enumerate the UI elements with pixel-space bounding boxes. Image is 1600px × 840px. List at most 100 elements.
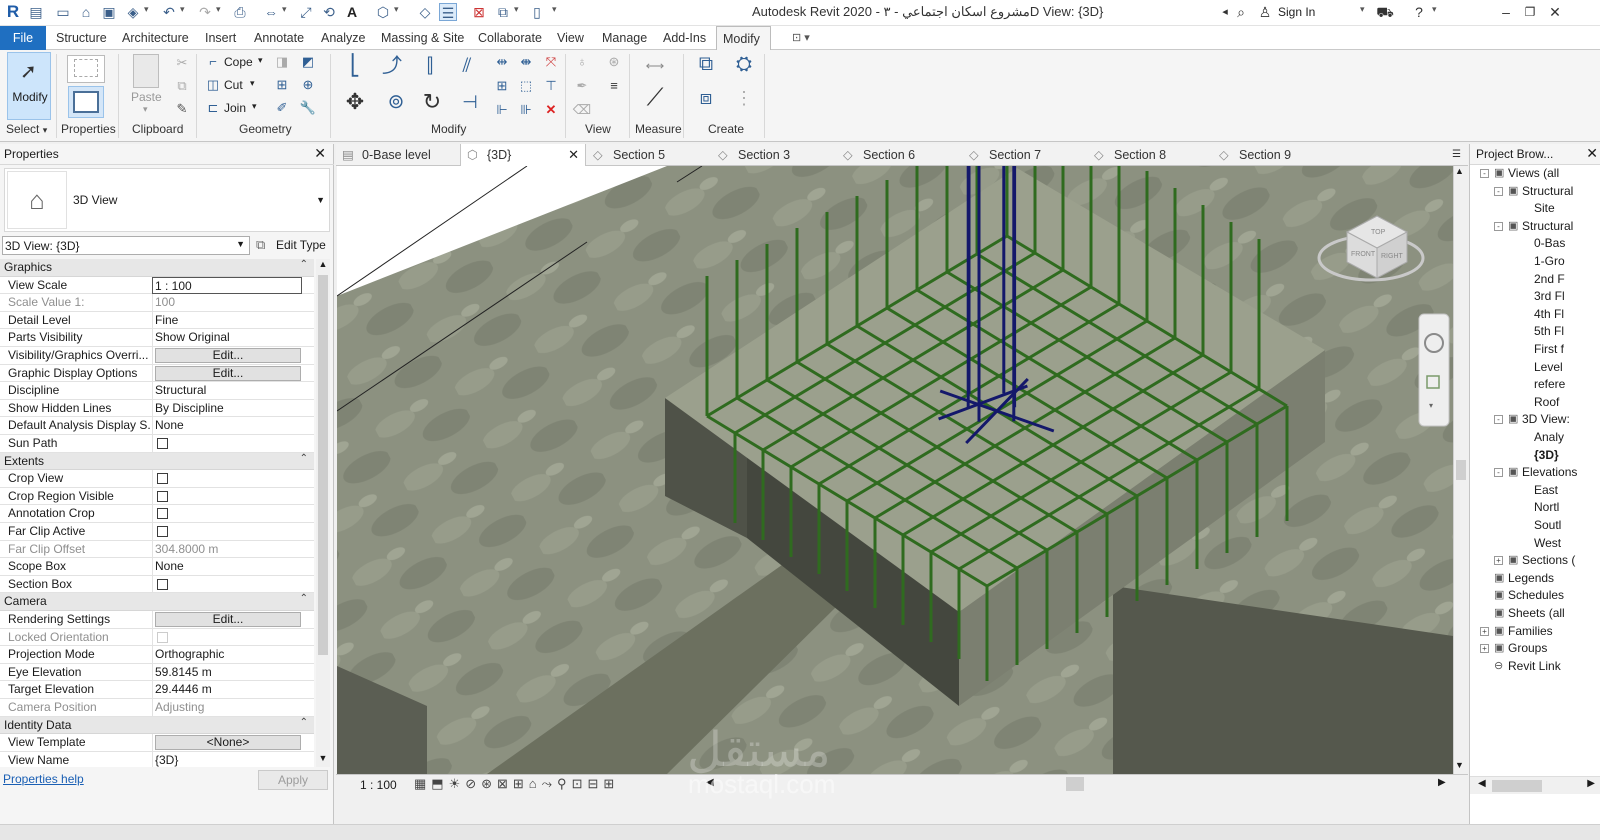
prop-row-view-template[interactable]: View Template <None> — [0, 734, 314, 752]
browser-node[interactable]: - ▣ Elevations — [1470, 464, 1600, 482]
browser-node[interactable]: ⊖ Revit Link — [1470, 658, 1600, 676]
select-panel-label[interactable]: Select ▾ — [6, 122, 47, 136]
customize-icon[interactable]: ▯ — [528, 3, 546, 21]
viewport-vertical-scrollbar[interactable]: ▲ ▼ — [1453, 166, 1467, 774]
paint-icon[interactable]: ◩ — [298, 52, 318, 72]
tab-view-section-3[interactable]: ◇ Section 3 — [718, 144, 790, 166]
browser-node[interactable]: refere — [1470, 376, 1600, 394]
tab-view-0-base-level[interactable]: ▤ 0-Base level — [342, 144, 431, 166]
prop-row-view-name[interactable]: View Name {3D} — [0, 751, 314, 767]
scroll-down-icon[interactable]: ▼ — [316, 753, 330, 767]
expand-icon[interactable]: + — [1480, 644, 1489, 654]
tag-icon[interactable]: ⟲ — [320, 3, 338, 21]
collapse-icon[interactable]: - — [1494, 186, 1503, 196]
section-icon[interactable]: ◇ — [416, 3, 434, 21]
browser-horizontal-scrollbar[interactable]: ◀ ▶ — [1470, 776, 1600, 794]
group-extents[interactable]: Extents ⌃ — [0, 452, 314, 471]
folder-icon[interactable]: ⌂ — [77, 3, 95, 21]
chevron-down-icon[interactable]: ▾ — [1360, 4, 1365, 15]
cut-geometry-icon[interactable]: ◫ — [203, 75, 223, 95]
text-icon[interactable]: A — [343, 3, 361, 21]
browser-node[interactable]: + ▣ Sections ( — [1470, 552, 1600, 570]
unpin-icon[interactable]: ⤧ — [541, 52, 561, 72]
revit-logo[interactable]: R — [4, 3, 22, 21]
browser-node[interactable]: Site — [1470, 200, 1600, 218]
tab-view-section-7[interactable]: ◇ Section 7 — [969, 144, 1041, 166]
cope-icon[interactable]: ⌐ — [203, 52, 223, 72]
browser-node[interactable]: + ▣ Families — [1470, 623, 1600, 641]
tab-annotate[interactable]: Annotate — [248, 26, 310, 50]
tab-collaborate[interactable]: Collaborate — [472, 26, 548, 50]
browser-node[interactable]: 3rd Fl — [1470, 288, 1600, 306]
browser-node[interactable]: 1-Gro — [1470, 253, 1600, 271]
browser-node[interactable]: + ▣ Groups — [1470, 640, 1600, 658]
instance-selector[interactable]: 3D View: {3D} ▼ — [2, 236, 250, 255]
expand-icon[interactable]: + — [1480, 626, 1489, 636]
prop-value[interactable]: Orthographic — [152, 646, 302, 664]
tab-modify[interactable]: Modify — [716, 26, 771, 50]
apply-button[interactable]: Apply — [258, 770, 328, 790]
chevron-down-icon[interactable]: ▾ — [144, 4, 149, 15]
browser-node[interactable]: 5th Fl — [1470, 323, 1600, 341]
navigation-bar[interactable]: ▾ — [1418, 313, 1450, 427]
browser-node[interactable]: - ▣ Views (all — [1470, 165, 1600, 183]
array-icon[interactable]: ⊞ — [492, 76, 512, 96]
group-identity[interactable]: Identity Data ⌃ — [0, 716, 314, 735]
chevron-down-icon[interactable]: ▾ — [252, 101, 257, 112]
view-scale-field[interactable]: 1 : 100 — [152, 276, 302, 294]
tab-insert[interactable]: Insert — [199, 26, 242, 50]
save-icon[interactable]: ▣ — [100, 3, 118, 21]
mirror-draw-icon[interactable]: ⫽ — [453, 56, 481, 84]
scroll-thumb[interactable] — [1492, 780, 1542, 792]
chevron-down-icon[interactable]: ▾ — [216, 4, 221, 15]
scroll-thumb[interactable] — [318, 275, 328, 655]
scroll-up-icon[interactable]: ▲ — [316, 259, 330, 273]
scroll-left-icon[interactable]: ◀ — [1478, 778, 1486, 789]
split-icon[interactable]: ⇹ — [492, 52, 512, 72]
chevron-down-icon[interactable]: ▾ — [394, 4, 399, 15]
similar-icon[interactable]: ⋮ — [730, 88, 758, 116]
mirror-axis-icon[interactable]: ⫿ — [416, 56, 444, 84]
cut-label[interactable]: Cut — [224, 78, 243, 92]
demolish-icon[interactable]: ⊕ — [298, 75, 318, 95]
binoculars-icon[interactable]: ⌕ — [1232, 3, 1250, 21]
prop-value[interactable]: {3D} — [152, 751, 302, 767]
collapse-icon[interactable]: - — [1494, 415, 1503, 425]
prop-row-far-clip-active[interactable]: Far Clip Active — [0, 523, 314, 541]
group-graphics[interactable]: Graphics ⌃ — [0, 259, 314, 277]
chevron-down-icon[interactable]: ▾ — [1432, 4, 1437, 15]
browser-node[interactable]: First f — [1470, 341, 1600, 359]
tab-structure[interactable]: Structure — [50, 26, 113, 50]
group-camera[interactable]: Camera ⌃ — [0, 593, 314, 611]
browser-node[interactable]: - ▣ 3D View: — [1470, 411, 1600, 429]
prop-row-discipline[interactable]: Discipline Structural — [0, 382, 314, 400]
cart-icon[interactable]: ⛟ — [1376, 3, 1394, 21]
prop-row-crop-region-visible[interactable]: Crop Region Visible — [0, 487, 314, 506]
prop-value[interactable]: Structural — [152, 382, 302, 400]
annotation-crop-checkbox[interactable] — [157, 508, 168, 520]
split-face-icon[interactable]: ◨ — [272, 52, 292, 72]
3d-viewport[interactable]: TOP FRONT RIGHT ▾ مستقل — [337, 166, 1453, 774]
prop-value[interactable]: Fine — [152, 311, 302, 329]
print-icon[interactable]: ⎙ — [231, 3, 249, 21]
collapse-icon[interactable]: - — [1494, 221, 1503, 231]
browser-node[interactable]: Level — [1470, 359, 1600, 377]
split-gap-icon[interactable]: ⇼ — [516, 52, 536, 72]
pick-icon[interactable]: ✐ — [272, 98, 292, 118]
align-icon[interactable]: ⎣ — [341, 56, 369, 84]
close-icon[interactable]: ✕ — [314, 145, 326, 162]
create-group-icon[interactable]: ⧉ — [692, 54, 720, 82]
tab-massing-site[interactable]: Massing & Site — [375, 26, 470, 50]
join-label[interactable]: Join — [224, 101, 246, 115]
move-icon[interactable]: ✥ — [341, 91, 369, 120]
cut-icon[interactable]: ✂ — [172, 53, 192, 73]
delete-icon[interactable]: ✕ — [541, 100, 561, 120]
crop-region-checkbox[interactable] — [157, 490, 168, 502]
view-control-icons[interactable]: ▦⬒☀⊘⊛⊠⊞⌂⤳⚲⊡⊟⊞ — [414, 776, 619, 792]
prop-value[interactable]: Show Original — [152, 329, 302, 347]
cope-label[interactable]: Cope — [224, 55, 253, 69]
sync-icon[interactable]: ◈ — [124, 3, 142, 21]
measure-icon[interactable]: ⇔ — [262, 3, 280, 21]
create-assembly-icon[interactable]: ⛭ — [730, 54, 758, 82]
linework-icon[interactable]: ✒ — [572, 76, 592, 96]
